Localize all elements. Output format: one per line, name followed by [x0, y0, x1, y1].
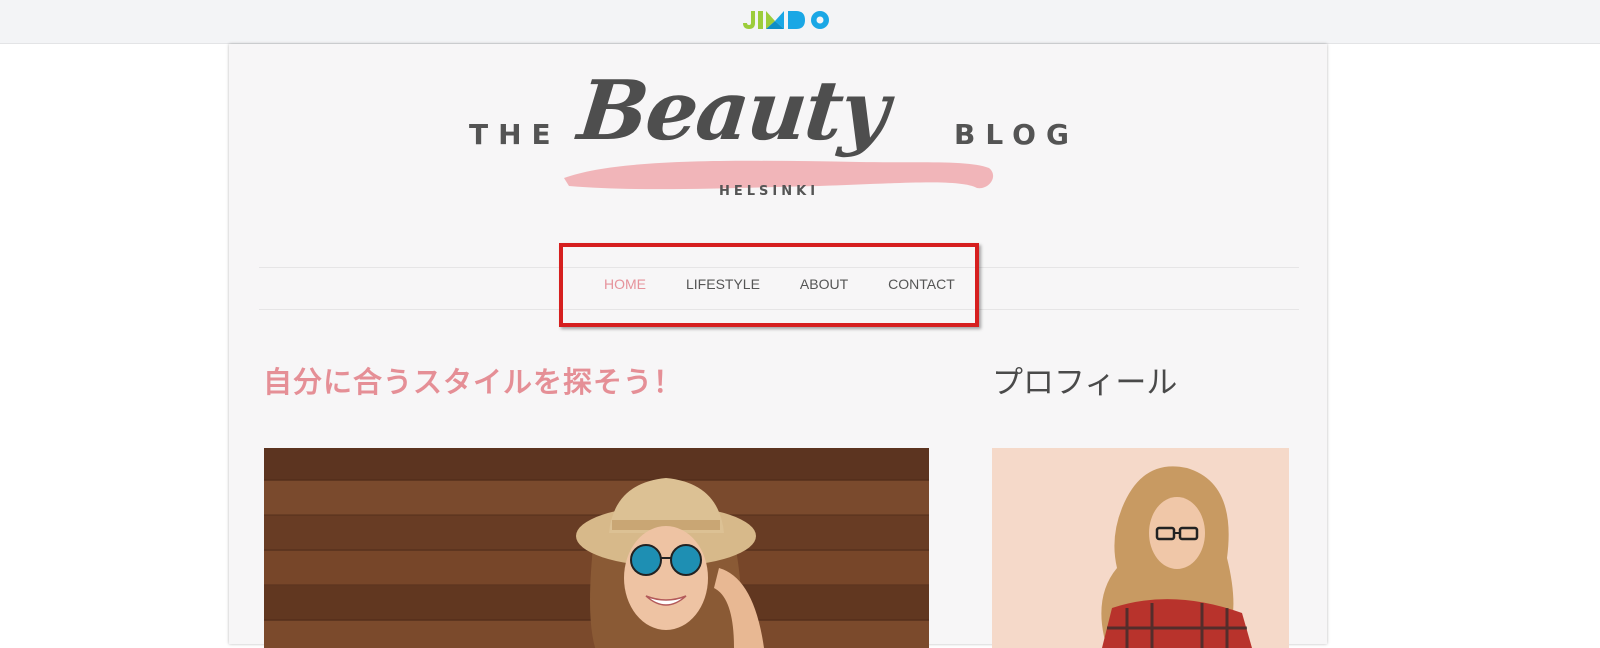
- jimdo-logo[interactable]: [741, 9, 833, 31]
- logo-subtitle: HELSINKI: [719, 184, 820, 199]
- logo-script-text: Beauty: [573, 63, 892, 159]
- site-page: THE Beauty BLOG HELSINKI HOME LIFESTYLE …: [229, 44, 1327, 648]
- profile-image: [992, 448, 1289, 648]
- logo-blog-text: BLOG: [954, 118, 1079, 151]
- post-title: 自分に合うスタイルを探そう！: [263, 365, 684, 399]
- jimdo-topbar: [0, 0, 1600, 44]
- hero-image: [264, 448, 929, 648]
- nav-highlight-box: [559, 243, 979, 327]
- logo-the-text: THE: [469, 118, 561, 151]
- sidebar-title: プロフィール: [992, 365, 1178, 401]
- site-logo[interactable]: THE Beauty BLOG HELSINKI: [439, 56, 1119, 216]
